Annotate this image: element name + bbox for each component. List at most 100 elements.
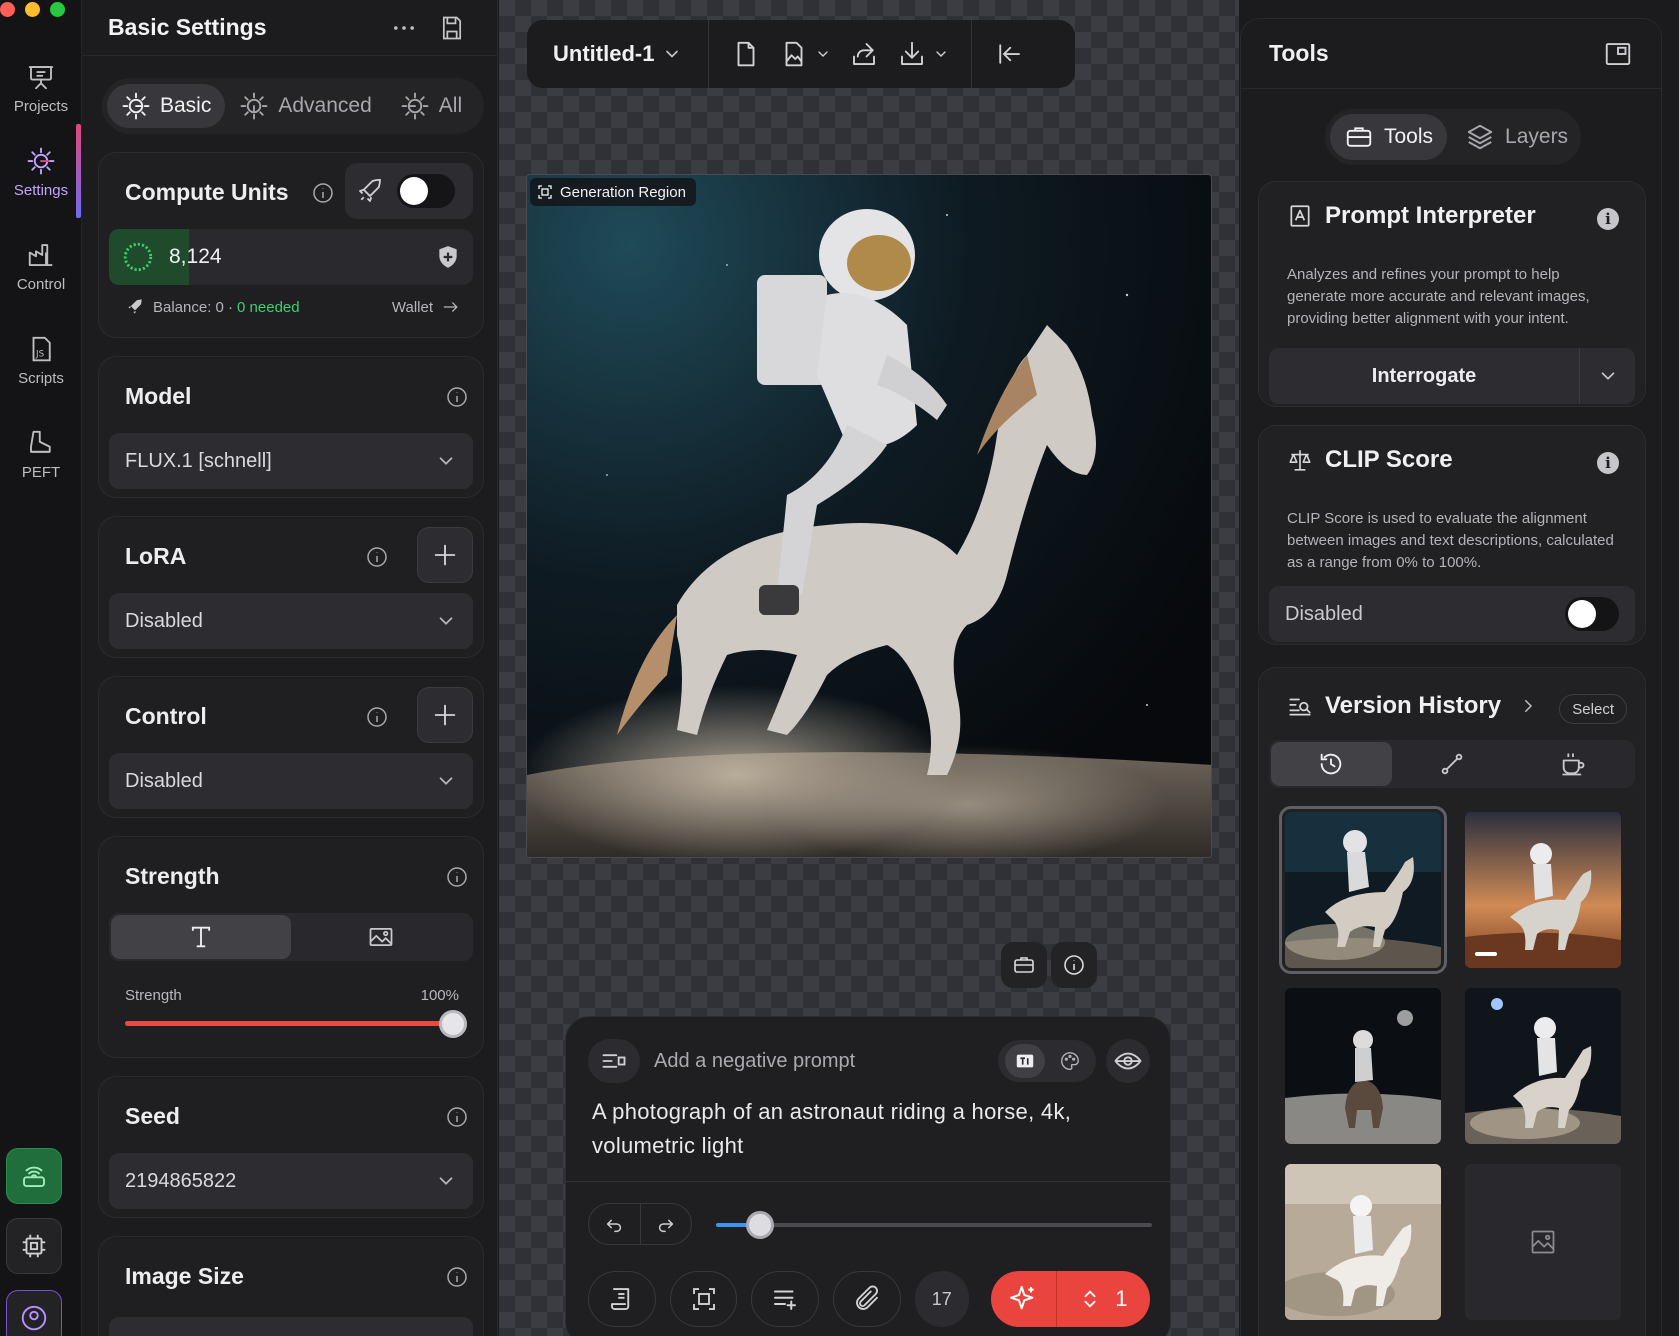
model-select[interactable]: FLUX.1 [schnell] — [109, 433, 473, 489]
js-file-icon: JS — [32, 336, 51, 361]
info-icon[interactable] — [445, 385, 469, 409]
wallet-link[interactable]: Wallet — [392, 297, 461, 317]
tab-all[interactable]: All — [386, 84, 476, 128]
seed-select[interactable]: 2194865822 — [109, 1153, 473, 1209]
prompt-interpreter-card: Prompt Interpreter i Analyzes and refine… — [1258, 181, 1646, 407]
strength-slider[interactable] — [125, 1010, 467, 1038]
batch-count-stepper[interactable]: 1 — [1057, 1286, 1150, 1312]
tab-advanced[interactable]: Advanced — [225, 84, 385, 128]
visibility-button[interactable] — [1106, 1039, 1150, 1083]
redo-button[interactable] — [639, 1203, 692, 1245]
info-icon[interactable]: i — [1597, 452, 1619, 474]
window-panel-icon[interactable] — [1603, 39, 1633, 69]
rail-item-peft[interactable]: PEFT — [0, 410, 82, 498]
region-button[interactable] — [669, 1271, 738, 1327]
add-control-button[interactable] — [417, 687, 473, 743]
plus-icon — [434, 704, 456, 726]
rail-item-projects[interactable]: Projects — [0, 44, 82, 132]
history-list-icon — [1289, 698, 1311, 716]
prompt-list-button[interactable] — [751, 1271, 820, 1327]
image-strength-tab[interactable] — [291, 915, 471, 959]
interrogate-options-button[interactable] — [1579, 348, 1635, 404]
interrogate-button[interactable]: Interrogate — [1269, 365, 1579, 388]
clip-score-toggle[interactable] — [1565, 597, 1619, 631]
negative-prompt-toggle[interactable] — [588, 1039, 640, 1083]
version-thumbnail[interactable] — [1279, 806, 1447, 974]
zoom-window-button[interactable] — [50, 2, 65, 17]
tab-basic[interactable]: Basic — [107, 84, 226, 128]
info-icon[interactable]: i — [1597, 208, 1619, 230]
image-size-title: Image Size — [125, 1263, 244, 1289]
image-size-select[interactable] — [109, 1317, 473, 1336]
rail-item-control[interactable]: Control — [0, 222, 82, 310]
tab-layers[interactable]: Layers — [1451, 114, 1582, 160]
tab-cup[interactable] — [1512, 742, 1633, 786]
negative-prompt-input[interactable]: Add a negative prompt — [654, 1050, 998, 1073]
lora-select[interactable]: Disabled — [109, 593, 473, 649]
more-button[interactable] — [384, 8, 424, 48]
undo-button[interactable] — [589, 1213, 640, 1235]
attach-button[interactable] — [833, 1271, 901, 1327]
document-title-menu[interactable]: Untitled-1 — [527, 20, 710, 88]
image-info-button[interactable] — [1051, 942, 1097, 988]
history-slider[interactable] — [716, 1211, 1152, 1239]
toolbox-button[interactable] — [1001, 942, 1047, 988]
thumbnail-image — [1465, 812, 1621, 968]
tab-label: Advanced — [278, 94, 372, 117]
style-mode-button[interactable] — [1050, 1044, 1090, 1078]
compute-chip-button[interactable] — [6, 1218, 62, 1274]
generated-image[interactable] — [526, 174, 1212, 858]
version-thumbnail[interactable] — [1285, 988, 1441, 1144]
astronaut-horse-image — [527, 175, 1211, 857]
add-lora-button[interactable] — [417, 527, 473, 583]
version-thumbnail[interactable] — [1465, 812, 1621, 968]
import-image-button[interactable] — [779, 39, 831, 69]
info-icon[interactable] — [445, 865, 469, 889]
rail-item-scripts[interactable]: JS Scripts — [0, 316, 82, 404]
empty-version-slot[interactable] — [1465, 1164, 1621, 1320]
share-button[interactable] — [849, 39, 879, 69]
profile-button[interactable] — [6, 1290, 62, 1336]
boot-icon — [30, 430, 51, 453]
wallet-label: Wallet — [391, 298, 433, 316]
info-icon[interactable] — [445, 1105, 469, 1129]
canvas-area[interactable]: Untitled-1 Generation Region Add a negat… — [499, 0, 1239, 1336]
generate-button[interactable]: 1 — [990, 1271, 1150, 1327]
history-slider-knob[interactable] — [745, 1211, 774, 1239]
select-button[interactable]: Select — [1559, 694, 1627, 724]
server-connect-button[interactable] — [6, 1148, 62, 1204]
toolbox-icon — [1014, 957, 1034, 973]
strength-knob[interactable] — [439, 1010, 467, 1038]
export-button[interactable] — [897, 39, 949, 69]
text-mode-button[interactable] — [1004, 1044, 1045, 1078]
info-icon[interactable] — [365, 545, 389, 569]
save-button[interactable] — [432, 8, 472, 48]
settings-panel: Basic Settings Basic Advanced All Comput… — [82, 0, 498, 1336]
version-thumbnail[interactable] — [1285, 1164, 1441, 1320]
text-strength-tab[interactable] — [111, 915, 291, 959]
prompt-input[interactable]: A photograph of an astronaut riding a ho… — [592, 1095, 1152, 1163]
generate-action[interactable] — [991, 1271, 1057, 1327]
tab-history[interactable] — [1271, 742, 1392, 786]
tab-tools[interactable]: Tools — [1330, 114, 1448, 160]
tab-branch[interactable] — [1392, 742, 1513, 786]
compute-units-toggle[interactable] — [397, 174, 455, 208]
control-select[interactable]: Disabled — [109, 753, 473, 809]
rail-label: Scripts — [18, 369, 64, 387]
minimize-window-button[interactable] — [25, 2, 40, 17]
palette-icon — [1060, 1052, 1079, 1070]
info-icon[interactable] — [365, 705, 389, 729]
prompt-interpreter-title: Prompt Interpreter — [1325, 202, 1536, 229]
shield-icon[interactable] — [435, 244, 461, 270]
tools-layers-tabs: Tools Layers — [1325, 109, 1581, 165]
info-icon[interactable] — [311, 181, 335, 205]
version-thumbnail[interactable] — [1465, 988, 1621, 1144]
close-window-button[interactable] — [0, 2, 15, 17]
rail-item-settings[interactable]: Settings — [0, 128, 82, 216]
collapse-panel-button[interactable] — [994, 39, 1024, 69]
script-button[interactable] — [588, 1271, 656, 1327]
info-icon[interactable] — [445, 1265, 469, 1289]
toolbox-icon — [1346, 127, 1372, 147]
new-document-button[interactable] — [731, 39, 761, 69]
version-history-header[interactable]: Version History — [1287, 692, 1537, 720]
